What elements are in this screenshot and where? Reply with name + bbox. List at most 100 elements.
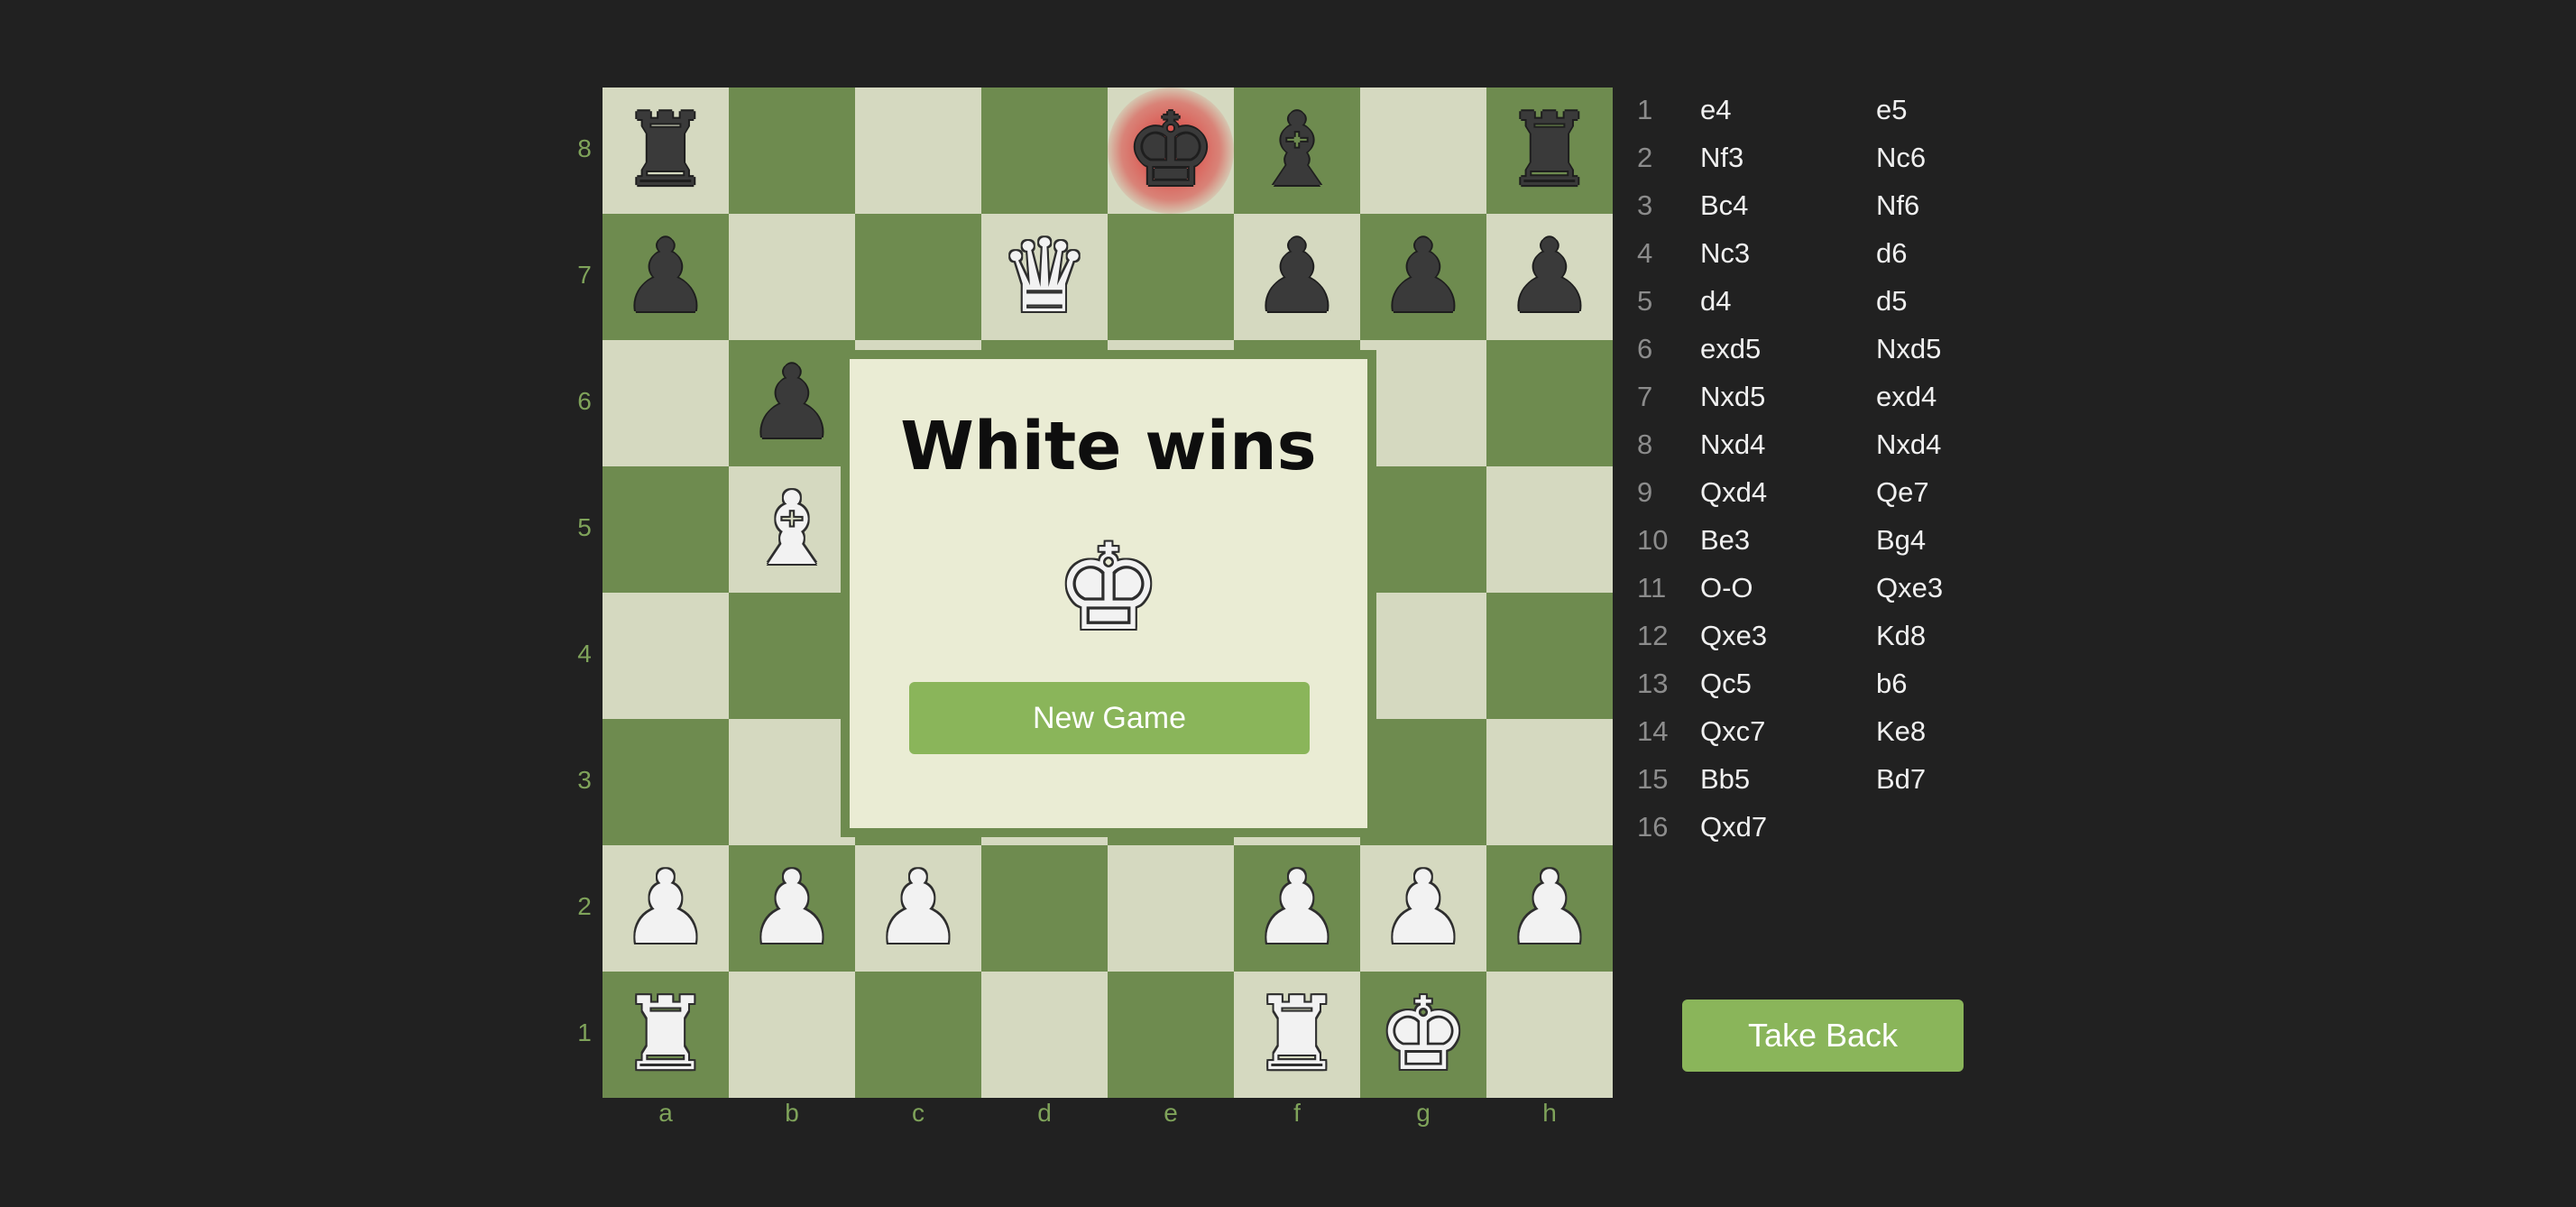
black-move[interactable]: exd4 <box>1876 381 1937 413</box>
white-move[interactable]: Nxd4 <box>1700 428 1765 461</box>
white-move[interactable]: Qxe3 <box>1700 620 1767 652</box>
black-move[interactable]: d5 <box>1876 285 1907 318</box>
square-b3[interactable] <box>729 719 855 845</box>
white-pawn-icon[interactable]: ♟ <box>1360 845 1486 972</box>
white-pawn-icon[interactable]: ♟ <box>729 845 855 972</box>
white-move[interactable]: d4 <box>1700 285 1731 318</box>
square-g6[interactable] <box>1360 340 1486 466</box>
square-a3[interactable] <box>603 719 729 845</box>
black-pawn-icon[interactable]: ♟ <box>729 340 855 466</box>
white-move[interactable]: e4 <box>1700 94 1731 126</box>
black-move[interactable]: Kd8 <box>1876 620 1926 652</box>
black-rook-icon[interactable]: ♜ <box>603 88 729 214</box>
square-d2[interactable] <box>981 845 1108 972</box>
white-move[interactable]: exd5 <box>1700 333 1761 365</box>
move-number: 1 <box>1637 94 1653 125</box>
white-pawn-icon[interactable]: ♟ <box>855 845 981 972</box>
black-pawn-icon[interactable]: ♟ <box>603 214 729 340</box>
white-move[interactable]: Qxd4 <box>1700 476 1767 509</box>
white-rook-icon[interactable]: ♜ <box>603 972 729 1098</box>
black-move[interactable]: b6 <box>1876 668 1907 700</box>
black-move[interactable]: Ke8 <box>1876 715 1926 748</box>
black-move[interactable]: Nf6 <box>1876 189 1919 222</box>
square-a5[interactable] <box>603 466 729 593</box>
square-e7[interactable] <box>1108 214 1234 340</box>
white-pawn-icon[interactable]: ♟ <box>1486 845 1613 972</box>
move-row: 13 Qc5 b6 <box>1637 668 1962 715</box>
square-h1[interactable] <box>1486 972 1613 1098</box>
black-pawn-icon[interactable]: ♟ <box>1486 214 1613 340</box>
square-g8[interactable] <box>1360 88 1486 214</box>
black-rook-icon[interactable]: ♜ <box>1486 88 1613 214</box>
new-game-button[interactable]: New Game <box>909 682 1310 754</box>
black-move[interactable]: Nc6 <box>1876 142 1926 174</box>
result-title: White wins <box>900 408 1317 485</box>
white-move[interactable]: Qxc7 <box>1700 715 1765 748</box>
square-h5[interactable] <box>1486 466 1613 593</box>
square-c1[interactable] <box>855 972 981 1098</box>
white-king-icon: ♚ <box>1054 519 1163 658</box>
white-pawn-icon[interactable]: ♟ <box>1234 845 1360 972</box>
move-list: 1 e4 e5 2 Nf3 Nc6 3 Bc4 Nf6 4 Nc3 d6 5 d4 d5 6 exd5 Nxd5 7… <box>1637 94 1962 859</box>
square-h3[interactable] <box>1486 719 1613 845</box>
black-king-icon[interactable]: ♚ <box>1108 88 1234 214</box>
white-move[interactable]: Bc4 <box>1700 189 1748 222</box>
rank-label-2: 2 <box>577 892 592 920</box>
move-row: 11 O-O Qxe3 <box>1637 572 1962 620</box>
game-over-dialog: White wins ♚ New Game <box>841 350 1376 837</box>
black-pawn-icon[interactable]: ♟ <box>1234 214 1360 340</box>
black-move[interactable]: Nxd4 <box>1876 428 1941 461</box>
white-move[interactable]: Nf3 <box>1700 142 1743 174</box>
white-move[interactable]: Nxd5 <box>1700 381 1765 413</box>
rank-label-4: 4 <box>577 640 592 668</box>
square-d8[interactable] <box>981 88 1108 214</box>
white-move[interactable]: Nc3 <box>1700 237 1750 270</box>
black-move[interactable]: e5 <box>1876 94 1907 126</box>
white-bishop-icon[interactable]: ♝ <box>729 466 855 593</box>
file-label-c: c <box>912 1099 925 1127</box>
white-rook-icon[interactable]: ♜ <box>1234 972 1360 1098</box>
white-move[interactable]: Bb5 <box>1700 763 1750 796</box>
black-move[interactable]: Qxe3 <box>1876 572 1943 604</box>
move-row: 10 Be3 Bg4 <box>1637 524 1962 572</box>
move-number: 14 <box>1637 715 1669 747</box>
white-move[interactable]: Qxd7 <box>1700 811 1767 843</box>
square-c8[interactable] <box>855 88 981 214</box>
square-h6[interactable] <box>1486 340 1613 466</box>
black-move[interactable]: Nxd5 <box>1876 333 1941 365</box>
take-back-button[interactable]: Take Back <box>1682 1000 1964 1072</box>
move-row: 14 Qxc7 Ke8 <box>1637 715 1962 763</box>
black-move[interactable]: Bd7 <box>1876 763 1926 796</box>
move-row: 12 Qxe3 Kd8 <box>1637 620 1962 668</box>
square-b7[interactable] <box>729 214 855 340</box>
square-d1[interactable] <box>981 972 1108 1098</box>
square-c7[interactable] <box>855 214 981 340</box>
black-move[interactable]: Bg4 <box>1876 524 1926 557</box>
file-label-f: f <box>1293 1099 1301 1127</box>
black-pawn-icon[interactable]: ♟ <box>1360 214 1486 340</box>
square-a6[interactable] <box>603 340 729 466</box>
square-h4[interactable] <box>1486 593 1613 719</box>
white-move[interactable]: Be3 <box>1700 524 1750 557</box>
move-number: 5 <box>1637 285 1653 317</box>
square-e1[interactable] <box>1108 972 1234 1098</box>
square-g5[interactable] <box>1360 466 1486 593</box>
move-number: 6 <box>1637 333 1653 364</box>
rank-label-8: 8 <box>577 134 592 162</box>
square-a4[interactable] <box>603 593 729 719</box>
black-bishop-icon[interactable]: ♝ <box>1234 88 1360 214</box>
square-g4[interactable] <box>1360 593 1486 719</box>
white-move[interactable]: O-O <box>1700 572 1753 604</box>
black-move[interactable]: d6 <box>1876 237 1907 270</box>
square-g3[interactable] <box>1360 719 1486 845</box>
move-row: 2 Nf3 Nc6 <box>1637 142 1962 189</box>
white-queen-icon[interactable]: ♛ <box>981 214 1108 340</box>
white-king-icon[interactable]: ♚ <box>1360 972 1486 1098</box>
black-move[interactable]: Qe7 <box>1876 476 1929 509</box>
square-b8[interactable] <box>729 88 855 214</box>
white-move[interactable]: Qc5 <box>1700 668 1752 700</box>
square-e2[interactable] <box>1108 845 1234 972</box>
square-b4[interactable] <box>729 593 855 719</box>
square-b1[interactable] <box>729 972 855 1098</box>
white-pawn-icon[interactable]: ♟ <box>603 845 729 972</box>
